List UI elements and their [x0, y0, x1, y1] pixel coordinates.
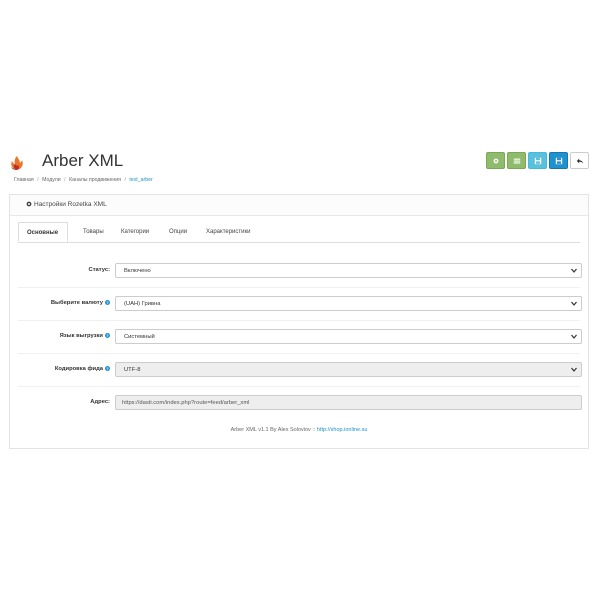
breadcrumb-channels[interactable]: Каналы продвижения [69, 177, 121, 183]
reply-icon [576, 158, 583, 164]
help-icon[interactable]: ? [105, 366, 110, 371]
list-button[interactable] [507, 152, 526, 169]
currency-row: Выберите валюту? (UAH) Гривна [18, 288, 582, 321]
address-label: Адрес: [90, 399, 110, 405]
footer-credit: Arber XML v1.1 By Alex Soloviov :: http:… [10, 427, 588, 433]
status-label: Статус: [88, 267, 110, 273]
page-header: Arber XML Главная / Модули / Каналы прод… [0, 144, 600, 189]
encoding-select[interactable]: UTF-8 [115, 362, 582, 377]
encoding-value: UTF-8 [124, 366, 141, 373]
list-icon [513, 158, 520, 164]
arber-flame-logo [11, 156, 23, 170]
address-value: https://dasti.com/index.php?route=feed/a… [122, 399, 250, 406]
chevron-down-icon [571, 268, 577, 273]
status-select[interactable]: Включено [115, 263, 582, 278]
breadcrumb-home[interactable]: Главная [14, 177, 34, 183]
chevron-down-icon [571, 301, 577, 306]
breadcrumb: Главная / Модули / Каналы продвижения / … [14, 177, 153, 183]
footer-link[interactable]: http://shop.ionline.su [317, 427, 367, 433]
save-copy-button[interactable] [528, 152, 547, 169]
tab-products[interactable]: Товары [75, 222, 112, 242]
chevron-down-icon [571, 334, 577, 339]
language-label: Язык выгрузки? [59, 333, 110, 339]
tab-categories[interactable]: Категории [113, 222, 157, 242]
gear-icon [493, 158, 498, 163]
breadcrumb-separator: / [37, 177, 39, 183]
currency-select[interactable]: (UAH) Гривна [115, 296, 582, 311]
chevron-down-icon [571, 367, 577, 372]
address-input[interactable]: https://dasti.com/index.php?route=feed/a… [115, 395, 582, 410]
breadcrumb-separator: / [124, 177, 126, 183]
save-icon [534, 157, 541, 164]
address-row: Адрес: https://dasti.com/index.php?route… [18, 390, 582, 422]
tab-main[interactable]: Основные [18, 222, 68, 242]
panel-heading: Настройки Rozetka XML [10, 195, 588, 216]
tab-bar: Основные Товары Категории Опции Характер… [18, 222, 580, 243]
breadcrumb-separator: / [64, 177, 66, 183]
settings-panel: Настройки Rozetka XML Основные Товары Ка… [9, 194, 589, 449]
language-value: Системный [124, 333, 155, 340]
status-row: Статус: Включено [18, 255, 582, 288]
gear-icon [26, 201, 32, 207]
encoding-row: Кодировка фида? UTF-8 [18, 354, 582, 387]
footer-text: Arber XML v1.1 By Alex Soloviov :: [230, 427, 316, 433]
help-icon[interactable]: ? [105, 300, 110, 305]
panel-title: Настройки Rozetka XML [26, 201, 107, 208]
save-icon [555, 157, 562, 164]
status-value: Включено [124, 267, 151, 274]
tab-options[interactable]: Опции [161, 222, 195, 242]
language-row: Язык выгрузки? Системный [18, 321, 582, 354]
breadcrumb-current[interactable]: text_arber [129, 177, 152, 183]
panel-title-text: Настройки Rozetka XML [34, 201, 107, 208]
encoding-label: Кодировка фида? [54, 366, 110, 372]
back-button[interactable] [570, 152, 589, 169]
save-button[interactable] [549, 152, 568, 169]
currency-label: Выберите валюту? [50, 300, 110, 306]
language-select[interactable]: Системный [115, 329, 582, 344]
settings-button[interactable] [486, 152, 505, 169]
breadcrumb-modules[interactable]: Модули [42, 177, 61, 183]
currency-value: (UAH) Гривна [124, 300, 161, 307]
page-title: Arber XML [42, 151, 124, 170]
tab-attributes[interactable]: Характеристики [198, 222, 259, 242]
app-root: Arber XML Главная / Модули / Каналы прод… [0, 144, 600, 460]
help-icon[interactable]: ? [105, 333, 110, 338]
